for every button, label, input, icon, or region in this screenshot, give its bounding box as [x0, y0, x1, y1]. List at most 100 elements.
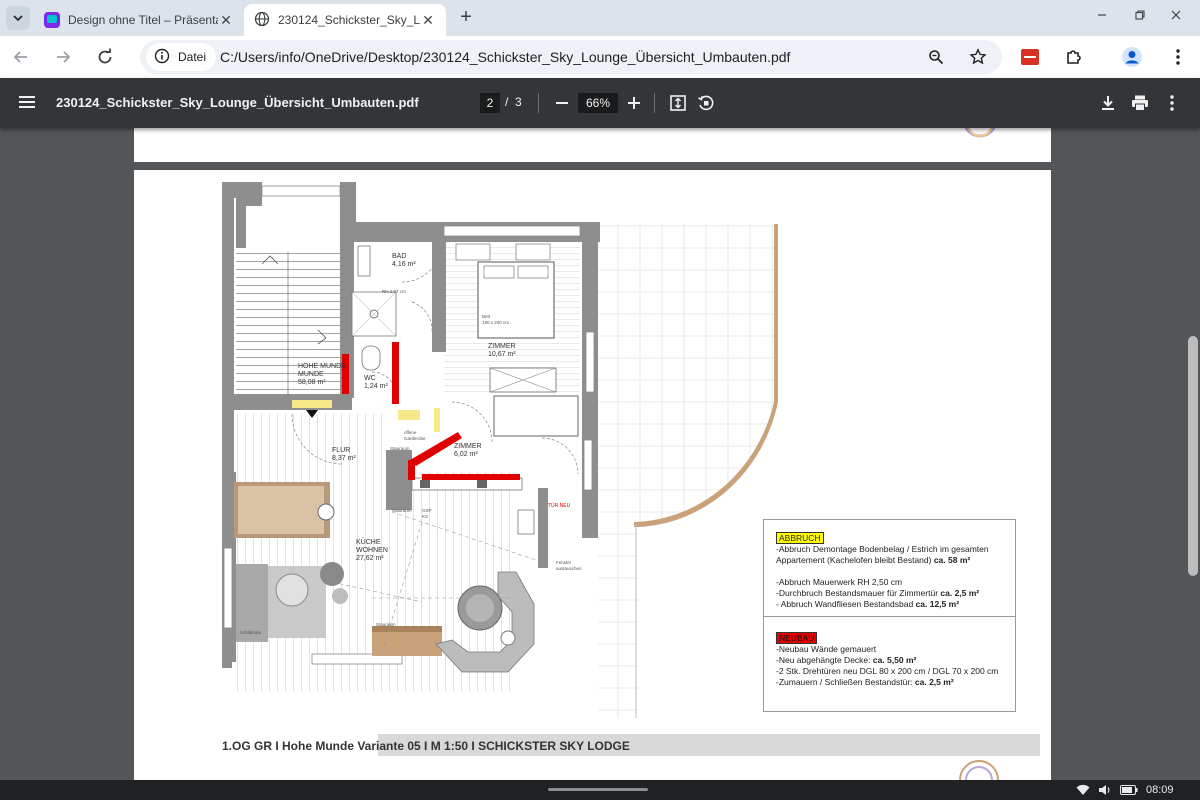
tab-title: 230124_Schickster_Sky_Loun	[278, 13, 420, 27]
plan-note: Stauraum	[392, 508, 412, 513]
plan-note: Fenster	[556, 560, 572, 565]
battery-icon[interactable]	[1120, 783, 1138, 797]
pdf-page-1-bottom	[134, 128, 1051, 162]
caption-text: 1.OG GR I Hohe Munde Variante 05 I M 1:5…	[222, 739, 630, 753]
legend-line: -Durchbruch Bestandsmauer für Zimmertür …	[776, 588, 980, 598]
zoom-level-input[interactable]: 66%	[578, 93, 618, 113]
page-number-input[interactable]: 2	[480, 93, 500, 113]
room-label: HOHE MUNDE	[298, 363, 346, 370]
tab-pdf[interactable]: 230124_Schickster_Sky_Loun ✕	[244, 4, 446, 36]
legend-line: -Zumauern / Schließen Bestandstür: ca. 2…	[776, 677, 954, 687]
room-label: ZIMMER	[454, 443, 482, 450]
canva-icon	[44, 12, 60, 28]
forward-icon[interactable]	[50, 44, 76, 70]
rotate-icon[interactable]	[694, 91, 718, 115]
legend-line: - Abbruch Wandfliesen Bestandsbad ca. 12…	[776, 599, 960, 609]
print-icon[interactable]	[1128, 91, 1152, 115]
legend-neubau: NEUBAU -Neubau Wände gemauert -Neu abgeh…	[776, 632, 1016, 688]
zoom-out-icon[interactable]	[550, 91, 574, 115]
legend-line: -Abbruch Demontage Bodenbelag / Estrich …	[776, 544, 989, 554]
room-area: 4,16 m²	[392, 261, 416, 268]
logo-fragment-icon	[964, 128, 996, 138]
fit-page-icon[interactable]	[666, 91, 690, 115]
legend-line: Appartement (Kachelofen bleibt Bestand) …	[776, 555, 971, 565]
legend-box: ABBRUCH -Abbruch Demontage Bodenbelag / …	[763, 519, 1016, 712]
close-icon[interactable]: ✕	[218, 12, 234, 29]
clock[interactable]: 08:09	[1146, 783, 1174, 797]
room-label: WC	[364, 375, 376, 382]
tab-search-button[interactable]	[6, 6, 30, 30]
shelf-handle[interactable]	[548, 788, 648, 791]
tab-strip: Design ohne Titel – Präsenta ✕ 230124_Sc…	[0, 0, 1200, 36]
pdf-more-icon[interactable]	[1160, 91, 1184, 115]
close-window-icon[interactable]	[1166, 8, 1186, 28]
volume-icon[interactable]	[1098, 783, 1112, 797]
pdf-menu-icon[interactable]	[18, 93, 36, 116]
room-area: 27,62 m²	[356, 555, 384, 562]
browser-toolbar: Datei C:/Users/info/OneDrive/Desktop/230…	[0, 36, 1200, 78]
floor-plan-drawing: BAD 4,16 m² ZIMMER 10,67 m² HOHE MUNDE M…	[222, 182, 778, 718]
plan-note: Garderobe	[404, 436, 426, 441]
tab-canva[interactable]: Design ohne Titel – Präsenta ✕	[34, 4, 244, 36]
bookmark-star-icon[interactable]	[968, 47, 988, 67]
room-area: 6,02 m²	[454, 451, 478, 458]
page-total: 3	[515, 95, 522, 109]
room-area: 58,08 m²	[298, 379, 326, 386]
minimize-icon[interactable]	[1092, 8, 1112, 28]
close-icon[interactable]: ✕	[420, 12, 436, 29]
site-info-label: Datei	[178, 50, 207, 64]
zoom-magnifier-icon[interactable]	[926, 47, 946, 67]
legend-line: -Abbruch Mauerwerk RH 2,50 cm	[776, 577, 903, 587]
legend-line: -2 Stk. Drehtüren neu DGL 80 x 200 cm / …	[776, 666, 999, 676]
plan-caption: 1.OG GR I Hohe Munde Variante 05 I M 1:5…	[222, 734, 1040, 756]
extensions-puzzle-icon[interactable]	[1062, 45, 1086, 69]
address-bar[interactable]: Datei C:/Users/info/OneDrive/Desktop/230…	[140, 40, 1002, 74]
globe-icon	[254, 11, 270, 30]
tab-title: Design ohne Titel – Präsenta	[68, 13, 218, 27]
plan-note: Bett	[482, 314, 491, 319]
brand-logo-icon	[959, 760, 999, 780]
back-icon[interactable]	[8, 44, 34, 70]
extension-red-icon[interactable]	[1018, 45, 1042, 69]
plan-note: austauschen	[556, 566, 582, 571]
toolbar-divider	[538, 93, 539, 113]
room-label: MUNDE	[298, 371, 324, 378]
pdf-toolbar: 230124_Schickster_Sky_Lounge_Übersicht_U…	[0, 78, 1200, 128]
plan-note: 180 x 200 cm	[482, 320, 509, 325]
legend-abbruch: ABBRUCH -Abbruch Demontage Bodenbelag / …	[776, 532, 1016, 610]
room-area: 10,67 m²	[488, 351, 516, 358]
legend-line: -Neubau Wände gemauert	[776, 644, 877, 654]
url-text[interactable]: C:/Users/info/OneDrive/Desktop/230124_Sc…	[220, 49, 790, 65]
plan-note: GSP	[422, 508, 432, 513]
plan-note: Schlafsofa	[240, 630, 262, 635]
plan-note: offene	[404, 430, 417, 435]
neubau-tag: NEUBAU	[776, 632, 818, 644]
plan-note: RH 2,07 cm	[382, 289, 406, 294]
legend-line	[776, 566, 1016, 577]
plan-note: TÜR NEU	[548, 502, 571, 509]
system-shelf: 08:09	[0, 780, 1200, 800]
info-icon	[154, 48, 170, 67]
site-info-chip[interactable]: Datei	[146, 43, 217, 71]
wifi-icon[interactable]	[1076, 783, 1090, 797]
pdf-filename: 230124_Schickster_Sky_Lounge_Übersicht_U…	[56, 95, 419, 110]
legend-line: -Neu abgehängte Decke: ca. 5,50 m²	[776, 655, 917, 665]
browser-menu-icon[interactable]	[1166, 45, 1190, 69]
room-label: KÜCHE	[356, 538, 381, 546]
plan-note: KS	[422, 514, 428, 519]
page-separator: /	[505, 95, 509, 109]
zoom-in-icon[interactable]	[622, 91, 646, 115]
scrollbar-thumb[interactable]	[1188, 336, 1198, 576]
room-area: 8,37 m²	[332, 455, 356, 462]
new-tab-button[interactable]: +	[456, 7, 476, 28]
room-area: 1,24 m²	[364, 383, 388, 390]
chevron-down-icon	[13, 15, 23, 22]
legend-divider	[764, 616, 1015, 617]
room-label: FLUR	[332, 447, 350, 454]
restore-icon[interactable]	[1130, 8, 1150, 28]
reload-icon[interactable]	[92, 44, 118, 70]
room-label: ZIMMER	[488, 343, 516, 350]
download-icon[interactable]	[1096, 91, 1120, 115]
profile-avatar-icon[interactable]	[1120, 45, 1144, 69]
room-label: BAD	[392, 253, 406, 260]
